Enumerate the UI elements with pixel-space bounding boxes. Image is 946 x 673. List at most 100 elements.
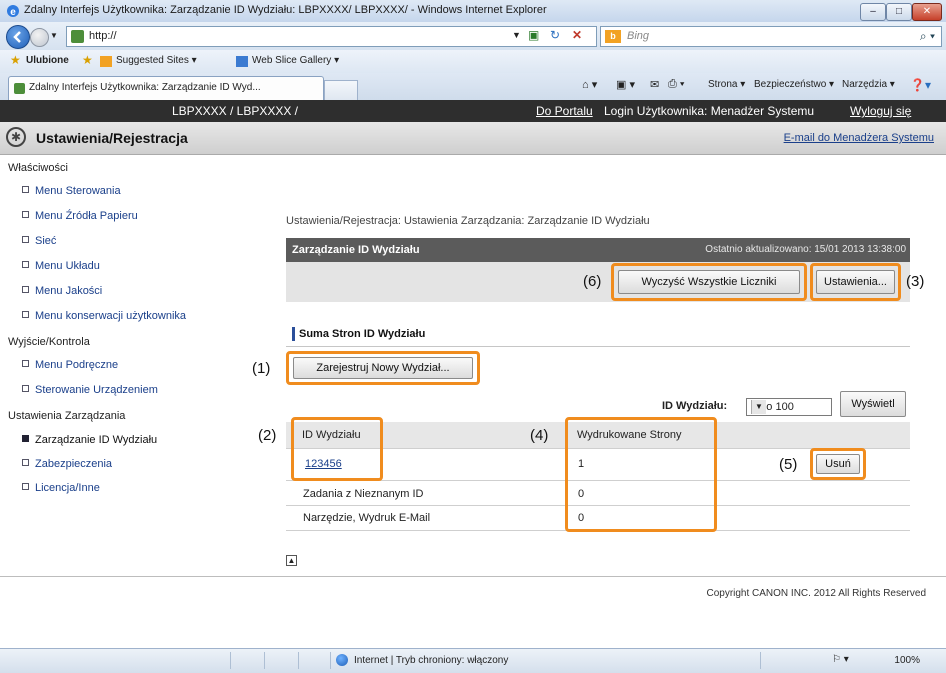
- feeds-icon[interactable]: ▣ ▾: [616, 78, 635, 91]
- clear-all-counters-button[interactable]: Wyczyść Wszystkie Liczniki: [618, 270, 800, 294]
- last-updated: Ostatnio aktualizowano: 15/01 2013 13:38…: [705, 244, 906, 255]
- history-dropdown-icon[interactable]: ▼: [50, 31, 58, 40]
- delete-button[interactable]: Usuń: [816, 454, 860, 474]
- refresh-icon[interactable]: ↻: [550, 28, 560, 42]
- nav-item-department-id[interactable]: Zarządzanie ID Wydziału: [22, 434, 157, 446]
- security-menu[interactable]: Bezpieczeństwo ▾: [754, 79, 834, 90]
- security-zone: Internet | Tryb chroniony: włączony: [354, 655, 509, 666]
- app-header: LBPXXXX / LBPXXXX / Do Portalu Login Uży…: [0, 100, 946, 122]
- settings-button[interactable]: Ustawienia...: [816, 270, 895, 294]
- help-icon[interactable]: ❓▾: [910, 78, 931, 92]
- back-button[interactable]: [6, 25, 30, 49]
- copyright: Copyright CANON INC. 2012 All Rights Res…: [706, 588, 926, 599]
- logout-link[interactable]: Wyloguj się: [850, 104, 911, 118]
- mail-admin-link[interactable]: E-mail do Menadżera Systemu: [784, 132, 934, 144]
- security-status-icon[interactable]: ⚐ ▾: [832, 654, 849, 665]
- divider: [286, 346, 910, 347]
- favorites-bar: ★ Ulubione ★ Suggested Sites ▾ Web Slice…: [0, 50, 946, 74]
- nav-group-properties: Właściwości: [8, 162, 68, 174]
- nav-item-device-control[interactable]: Sterowanie Urządzeniem: [22, 384, 158, 396]
- status-divider: [264, 652, 265, 669]
- window-titlebar: e Zdalny Interfejs Użytkownika: Zarządza…: [0, 0, 946, 23]
- section-subheading: Suma Stron ID Wydziału: [292, 327, 425, 341]
- page-menu[interactable]: Strona ▾: [708, 79, 745, 90]
- minimize-button[interactable]: –: [860, 3, 886, 21]
- status-divider: [298, 652, 299, 669]
- ie-logo-icon: e: [6, 4, 20, 18]
- settings-gear-icon: ✱: [6, 127, 26, 147]
- compat-icon[interactable]: ▣: [528, 28, 539, 42]
- status-divider: [230, 652, 231, 669]
- web-slice-link[interactable]: Web Slice Gallery ▾: [252, 55, 339, 66]
- callout-1: (1): [252, 360, 271, 377]
- callout-2: (2): [258, 427, 277, 444]
- address-input[interactable]: http://: [66, 26, 508, 47]
- dropdown-icon[interactable]: ▼: [512, 30, 521, 40]
- row-unknown-id-label: Zadania z Nieznanym ID: [303, 488, 424, 500]
- nav-item-utility[interactable]: Menu Podręczne: [22, 359, 118, 371]
- suggested-sites-link[interactable]: Suggested Sites ▾: [116, 55, 197, 66]
- column-header-id: ID Wydziału: [302, 429, 361, 441]
- nav-item-control-menu[interactable]: Menu Sterowania: [22, 185, 121, 197]
- callout-4: (4): [530, 427, 549, 444]
- callout-3: (3): [906, 273, 925, 290]
- home-icon[interactable]: ⌂ ▾: [582, 78, 597, 91]
- stop-icon[interactable]: ✕: [572, 28, 582, 42]
- nav-group-management: Ustawienia Zarządzania: [8, 410, 126, 422]
- search-icon[interactable]: ⌕ ▾: [920, 29, 935, 44]
- nav-group-output: Wyjście/Kontrola: [8, 336, 90, 348]
- favorites-star-icon[interactable]: ★: [10, 53, 21, 67]
- suggested-sites-icon: [100, 56, 112, 67]
- show-button[interactable]: Wyświetl: [840, 391, 906, 417]
- maximize-button[interactable]: □: [886, 3, 912, 21]
- address-url: http://: [89, 30, 117, 42]
- add-favorite-icon[interactable]: ★: [82, 53, 93, 67]
- forward-button[interactable]: [30, 28, 49, 47]
- search-input[interactable]: b Bing ⌕ ▾: [600, 26, 942, 47]
- callout-6: (6): [583, 273, 602, 290]
- zoom-level[interactable]: 100%: [894, 655, 920, 666]
- tab-row: Zdalny Interfejs Użytkownika: Zarządzani…: [0, 73, 946, 101]
- highlight-2: [291, 417, 383, 481]
- nav-item-license[interactable]: Licencja/Inne: [22, 482, 100, 494]
- portal-link[interactable]: Do Portalu: [536, 104, 593, 118]
- nav-item-network[interactable]: Sieć: [22, 235, 56, 247]
- nav-item-layout[interactable]: Menu Układu: [22, 260, 100, 272]
- mail-icon[interactable]: ✉: [650, 78, 659, 91]
- favorites-button[interactable]: Ulubione: [26, 55, 69, 66]
- register-department-button[interactable]: Zarejestruj Nowy Wydział...: [293, 357, 473, 379]
- filter-label: ID Wydziału:: [662, 400, 728, 412]
- callout-5: (5): [779, 456, 798, 473]
- nav-item-maintenance[interactable]: Menu konserwacji użytkownika: [22, 310, 186, 322]
- pages-value: 1: [578, 458, 585, 470]
- device-name: LBPXXXX / LBPXXXX /: [171, 104, 299, 118]
- login-info: Login Użytkownika: Menadżer Systemu: [604, 104, 815, 118]
- nav-item-paper-source[interactable]: Menu Źródła Papieru: [22, 210, 138, 222]
- pages-value: 0: [578, 512, 585, 524]
- section-title: Ustawienia/Rejestracja: [36, 130, 188, 146]
- bing-logo-icon: b: [605, 30, 621, 43]
- close-button[interactable]: ✕: [912, 3, 942, 21]
- window-title: Zdalny Interfejs Użytkownika: Zarządzani…: [24, 4, 547, 16]
- internet-zone-icon: [336, 654, 348, 666]
- tools-menu[interactable]: Narzędzia ▾: [842, 79, 895, 90]
- pages-value: 0: [578, 488, 585, 500]
- section-header: ✱ Ustawienia/Rejestracja E-mail do Menad…: [0, 122, 946, 155]
- scroll-top-icon[interactable]: ▲: [286, 555, 297, 566]
- nav-item-quality[interactable]: Menu Jakości: [22, 285, 102, 297]
- left-nav: Właściwości Menu Sterowania Menu Źródła …: [0, 155, 268, 595]
- new-tab-button[interactable]: [324, 80, 358, 100]
- browser-tab[interactable]: Zdalny Interfejs Użytkownika: Zarządzani…: [8, 76, 324, 100]
- footer-divider: [0, 576, 946, 577]
- nav-item-security[interactable]: Zabezpieczenia: [22, 458, 112, 470]
- search-placeholder: Bing: [627, 30, 650, 42]
- print-icon[interactable]: ⎙ ▾: [668, 78, 684, 91]
- address-tools: ▼ ▣ ↻ ✕: [506, 26, 597, 47]
- status-divider: [760, 652, 761, 669]
- department-range-select[interactable]: 1 do 100 ▼: [746, 398, 832, 416]
- row-tool-email-label: Narzędzie, Wydruk E-Mail: [303, 512, 431, 524]
- status-divider: [330, 652, 331, 669]
- page-favicon-icon: [71, 30, 84, 43]
- status-bar: Internet | Tryb chroniony: włączony ⚐ ▾ …: [0, 648, 946, 673]
- department-id-link[interactable]: 123456: [305, 458, 342, 470]
